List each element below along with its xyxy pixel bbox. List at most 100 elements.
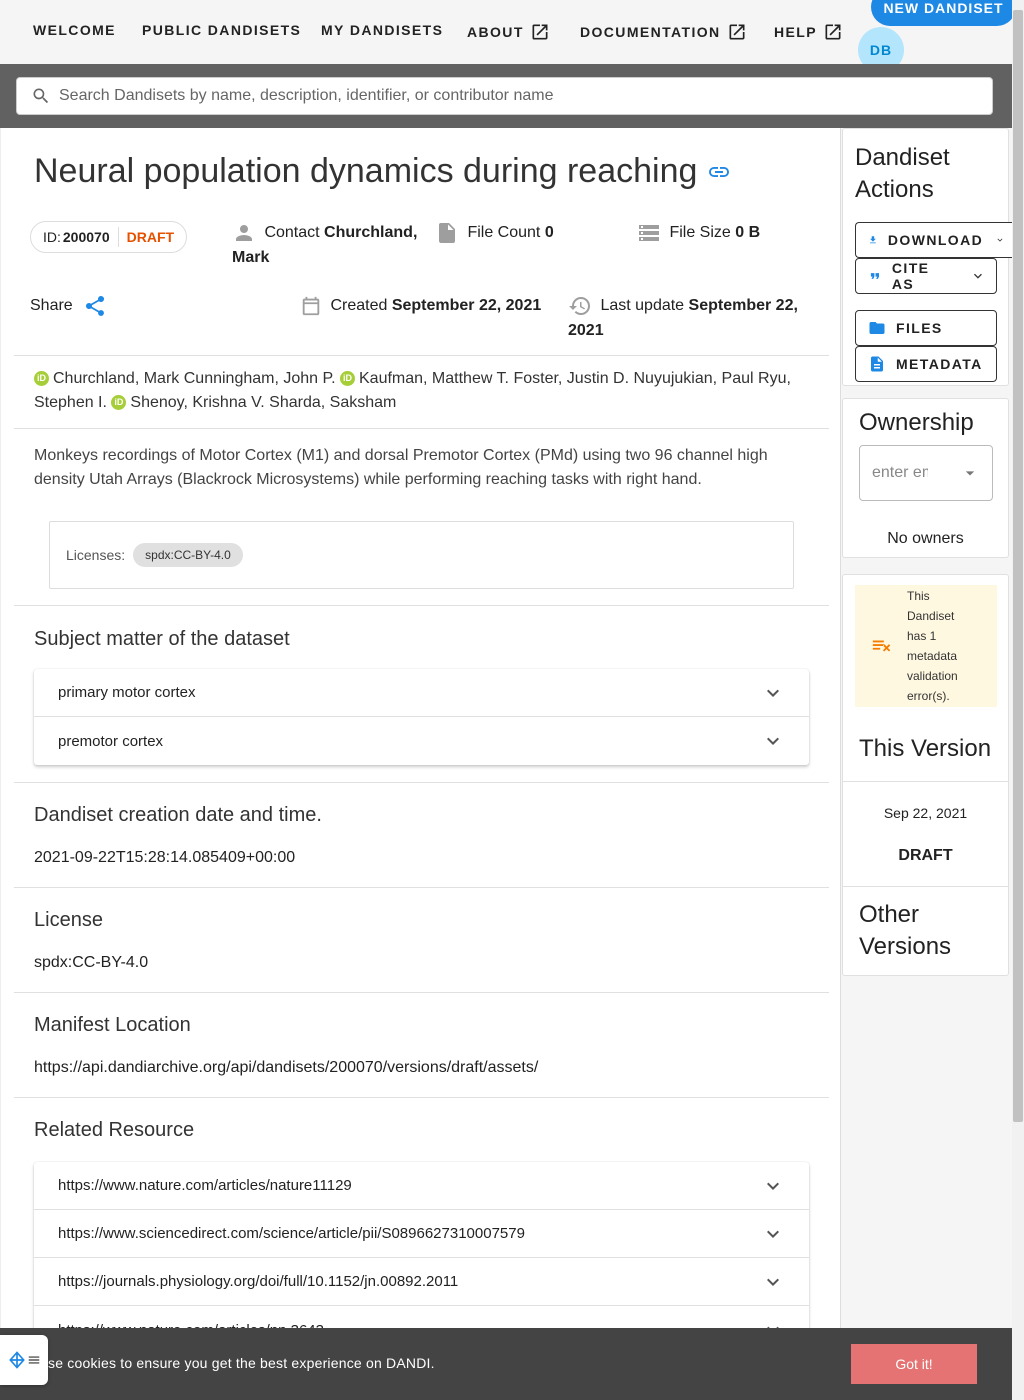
created-date: September 22, 2021: [391, 297, 542, 314]
dandiset-title: Neural population dynamics during reachi…: [34, 152, 698, 190]
nav-documentation[interactable]: DOCUMENTATION: [580, 22, 747, 42]
subject-panel[interactable]: premotor cortex: [34, 717, 809, 765]
dandiset-main: Neural population dynamics during reachi…: [0, 128, 841, 1400]
files-label: FILES: [896, 320, 943, 336]
related-panel[interactable]: https://www.sciencedirect.com/science/ar…: [34, 1210, 809, 1258]
subject-label: premotor cortex: [58, 732, 164, 750]
chevron-down-icon: [997, 238, 1003, 242]
link-icon[interactable]: [707, 160, 731, 184]
search-input[interactable]: [59, 87, 959, 105]
validation-warning[interactable]: This Dandiset has 1 metadata validation …: [855, 585, 997, 707]
author-name[interactable]: Cunningham, John P.: [184, 370, 336, 387]
divider: [14, 782, 829, 783]
search-icon: [33, 88, 49, 104]
cite-label: CITE AS: [891, 260, 930, 292]
chevron-down-icon: [767, 1182, 779, 1190]
nav-help-label: HELP: [774, 24, 817, 40]
download-button[interactable]: DOWNLOAD: [855, 222, 1015, 258]
floating-widget[interactable]: [0, 1335, 48, 1385]
network-icon: [9, 1351, 25, 1369]
cookie-text: se cookies to ensure you get the best ex…: [48, 1355, 435, 1371]
nav-my-dandisets[interactable]: MY DANDISETS: [321, 22, 443, 38]
related-panel[interactable]: https://journals.physiology.org/doi/full…: [34, 1258, 809, 1306]
file-count-value: 0: [544, 224, 554, 241]
id-label: ID:: [43, 229, 61, 245]
related-panels: https://www.nature.com/articles/nature11…: [34, 1162, 809, 1354]
updated-label: Last update: [600, 297, 685, 314]
version-date[interactable]: Sep 22, 2021: [843, 805, 1008, 821]
page-title: Neural population dynamics during reachi…: [34, 152, 731, 191]
chevron-down-icon: [767, 737, 779, 745]
divider: [843, 781, 1008, 782]
chevron-down-icon: [767, 1278, 779, 1286]
menu-icon: [28, 1356, 40, 1364]
author-name[interactable]: Shenoy, Krishna V.: [130, 394, 264, 411]
divider: [14, 887, 829, 888]
this-version-title: This Version: [859, 735, 992, 762]
updated-info: Last update September 22, 2021: [568, 293, 808, 343]
contact-label: Contact: [264, 224, 320, 241]
file-count-label: File Count: [467, 224, 541, 241]
cookie-accept-button[interactable]: Got it!: [851, 1344, 977, 1384]
search-field[interactable]: [16, 77, 993, 115]
chevron-down-icon: [767, 1230, 779, 1238]
nav-about-label: ABOUT: [467, 24, 524, 40]
related-panel[interactable]: https://www.nature.com/articles/nature11…: [34, 1162, 809, 1210]
related-url: https://www.sciencedirect.com/science/ar…: [58, 1225, 525, 1242]
related-url: https://journals.physiology.org/doi/full…: [58, 1273, 459, 1290]
no-owners-text: No owners: [887, 530, 964, 547]
dropdown-arrow-icon: [965, 471, 975, 476]
owner-email-select[interactable]: enter email: [859, 445, 993, 501]
chevron-down-icon: [767, 689, 779, 697]
new-dandiset-button[interactable]: NEW DANDISET: [871, 0, 1016, 26]
orcid-icon[interactable]: iD: [34, 371, 49, 386]
author-name[interactable]: Sharda, Saksham: [269, 394, 396, 411]
person-icon: [236, 224, 252, 241]
nav-welcome[interactable]: WELCOME: [33, 22, 116, 38]
search-bar: [0, 64, 1012, 128]
share-icon: [86, 295, 105, 316]
license-title: License: [34, 909, 103, 931]
actions-title: Dandiset Actions: [855, 144, 950, 203]
manifest-title: Manifest Location: [34, 1014, 191, 1036]
author-name[interactable]: Kaufman, Matthew T.: [359, 370, 509, 387]
contact-name: Churchland, Mark: [232, 224, 418, 266]
orcid-icon[interactable]: iD: [111, 395, 127, 410]
dandiset-description: Monkeys recordings of Motor Cortex (M1) …: [34, 447, 768, 488]
author-name[interactable]: Nuyujukian, Paul: [634, 370, 754, 387]
download-label: DOWNLOAD: [887, 232, 984, 248]
license-value: spdx:CC-BY-4.0: [34, 954, 149, 971]
author-name[interactable]: Churchland, Mark: [53, 370, 179, 387]
file-count: File Count 0: [435, 220, 554, 245]
cite-as-button[interactable]: CITE AS: [855, 258, 997, 294]
divider: [14, 355, 829, 356]
share-button[interactable]: Share: [30, 293, 111, 318]
folder-icon: [869, 322, 885, 334]
ownership-title: Ownership: [859, 409, 974, 436]
chevron-down-icon: [974, 273, 983, 279]
owner-placeholder: enter email: [872, 464, 928, 481]
sidebar: Dandiset Actions DOWNLOAD CITE AS FILES …: [841, 128, 1015, 1400]
author-list: iD Churchland, Mark Cunningham, John P. i…: [34, 367, 804, 415]
external-link-icon: [532, 24, 548, 40]
nav-public-dandisets[interactable]: PUBLIC DANDISETS: [142, 22, 301, 38]
orcid-icon[interactable]: iD: [340, 371, 355, 386]
scrollbar-thumb[interactable]: [1013, 10, 1023, 1122]
created-info: Created September 22, 2021: [300, 293, 541, 318]
related-url: https://www.nature.com/articles/nature11…: [58, 1177, 352, 1194]
status-badge: DRAFT: [117, 227, 174, 247]
history-icon: [569, 296, 590, 315]
nav-help[interactable]: HELP: [774, 22, 843, 42]
nav-about[interactable]: ABOUT: [467, 22, 550, 42]
divider: [14, 992, 829, 993]
license-chip: spdx:CC-BY-4.0: [133, 543, 243, 567]
divider: [14, 605, 829, 606]
divider: [14, 428, 829, 429]
version-label[interactable]: DRAFT: [843, 847, 1008, 865]
cookie-banner: se cookies to ensure you get the best ex…: [0, 1328, 1012, 1400]
files-button[interactable]: FILES: [855, 310, 997, 346]
download-icon: [870, 236, 876, 244]
author-name[interactable]: Foster, Justin D.: [513, 370, 629, 387]
subject-panel[interactable]: primary motor cortex: [34, 669, 809, 717]
metadata-button[interactable]: METADATA: [855, 346, 997, 382]
